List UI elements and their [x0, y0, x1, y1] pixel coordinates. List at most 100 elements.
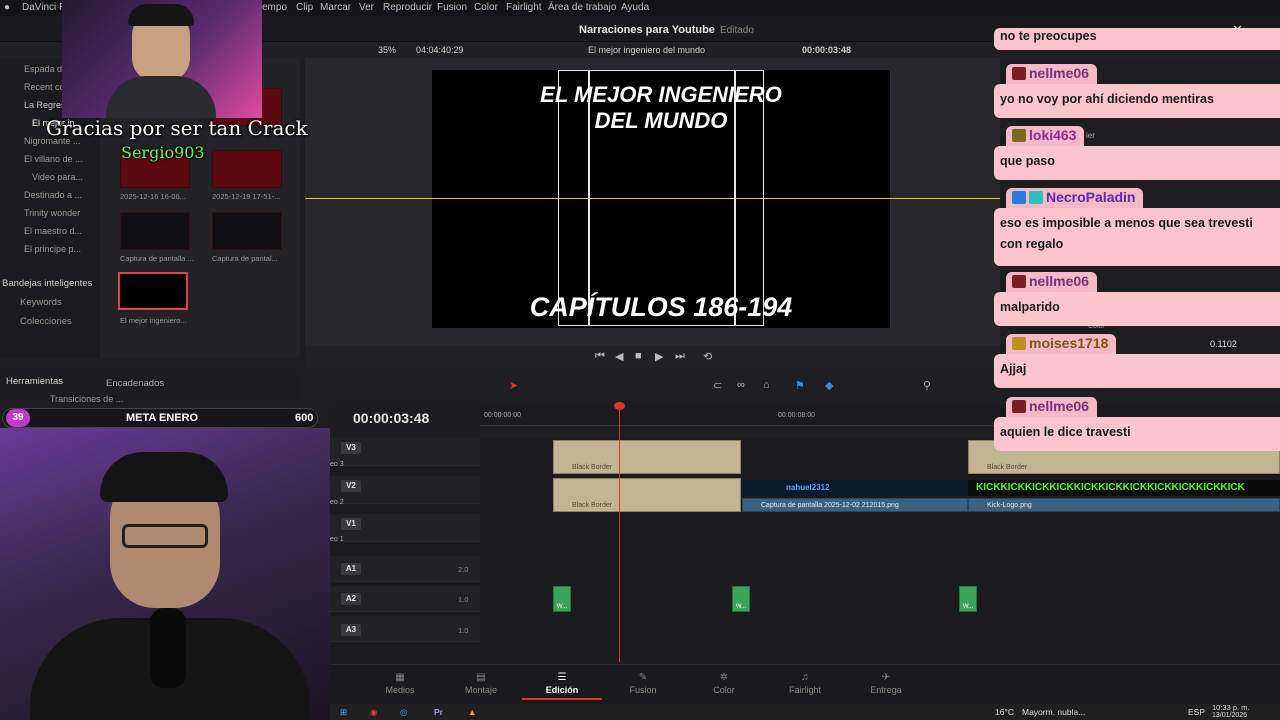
cut-page-icon[interactable]: ▤: [451, 672, 511, 683]
audio-clip[interactable]: W...: [553, 586, 571, 612]
track-tag[interactable]: V3: [341, 442, 361, 454]
bin-item[interactable]: Recent co: [24, 82, 65, 92]
marker-icon[interactable]: ◆: [825, 379, 833, 392]
zoom-level[interactable]: 35%: [378, 45, 396, 55]
track-tag[interactable]: A2: [341, 593, 361, 605]
smart-bin-keywords[interactable]: Keywords: [20, 297, 62, 308]
audio-clip[interactable]: W...: [732, 586, 750, 612]
project-title: Narraciones para Youtube: [579, 24, 715, 36]
zoom-icon[interactable]: ⚲: [923, 379, 931, 392]
gift-badge-icon: [1012, 337, 1026, 350]
viewer-clip-name[interactable]: El mejor ingeniero del mundo: [588, 45, 705, 55]
menu-item-area-trabajo[interactable]: Área de trabajo: [548, 2, 616, 13]
person-hair: [128, 4, 194, 26]
flag-icon[interactable]: ⚑: [795, 379, 805, 392]
menu-item-marcar[interactable]: Marcar: [320, 2, 351, 13]
play-reverse-icon[interactable]: ◀: [615, 350, 623, 363]
track-tag[interactable]: A1: [341, 563, 361, 575]
username-text: nellme06: [1029, 65, 1089, 81]
menu-item-ver[interactable]: Ver: [359, 2, 374, 13]
clip-label: Captura de pantalla 2025-12-02 212015.pn…: [761, 502, 899, 509]
bin-item[interactable]: La Regres: [24, 100, 66, 110]
webcam-top: [62, 0, 262, 118]
page-medios[interactable]: Medios: [370, 685, 430, 695]
color-page-icon[interactable]: ✲: [694, 672, 754, 683]
snap-icon[interactable]: ⊂: [713, 379, 722, 392]
media-thumb[interactable]: [120, 212, 190, 250]
bin-item[interactable]: Trinity wonder: [24, 208, 80, 218]
track-name: eo 2: [330, 499, 344, 506]
menu-item-fairlight[interactable]: Fairlight: [506, 2, 542, 13]
weather-temp[interactable]: 16°C: [995, 707, 1014, 717]
menu-item-ayuda[interactable]: Ayuda: [621, 2, 649, 13]
deliver-page-icon[interactable]: ✈: [856, 672, 916, 683]
bin-item[interactable]: Video para...: [32, 172, 83, 182]
skip-end-icon[interactable]: ⏭: [675, 350, 685, 363]
edge-icon[interactable]: ◎: [400, 707, 407, 718]
smart-bin-collections[interactable]: Colecciones: [20, 316, 72, 327]
bin-item[interactable]: El villano de ...: [24, 154, 83, 164]
goal-count: 39: [6, 409, 30, 427]
timeline-clip[interactable]: Black Border: [553, 440, 741, 474]
kick-banner: KICKKICKKICKKICKKICKKICKKICKKICKKICKKICK…: [968, 480, 1280, 496]
bin-item[interactable]: Espada d: [24, 64, 62, 74]
page-entrega[interactable]: Entrega: [856, 685, 916, 695]
fusion-page-icon[interactable]: ✎: [613, 672, 673, 683]
page-fusion[interactable]: Fusion: [613, 685, 673, 695]
clock-date[interactable]: 13/01/2026: [1212, 712, 1247, 719]
timeline-clip[interactable]: Captura de pantalla 2025-12-02 212015.pn…: [742, 498, 968, 512]
tools-tab-encadenados[interactable]: Encadenados: [106, 378, 164, 389]
ruler-tick: 00:00:00:00: [484, 412, 521, 419]
menu-item-tiempo[interactable]: empo: [262, 2, 287, 13]
bin-item[interactable]: El principe p...: [24, 244, 81, 254]
chat-username: NecroPaladin: [1006, 188, 1144, 208]
edit-page-icon[interactable]: ☰: [532, 672, 592, 683]
track-tag[interactable]: A3: [341, 624, 361, 636]
project-status: Editado: [720, 25, 754, 36]
menu-item-fusion[interactable]: Fusion: [437, 2, 467, 13]
skip-start-icon[interactable]: ⏮: [595, 350, 605, 363]
timeline-clip[interactable]: Kick-Logo.png: [968, 498, 1280, 512]
menu-item-reproducir[interactable]: Reproducir: [383, 2, 432, 13]
page-montaje[interactable]: Montaje: [451, 685, 511, 695]
stop-icon[interactable]: ■: [635, 350, 642, 362]
track-tag[interactable]: V2: [341, 480, 361, 492]
tools-item[interactable]: Transiciones de ...: [50, 394, 123, 404]
playhead-handle[interactable]: [614, 402, 625, 410]
timeline-clip[interactable]: Black Border: [553, 478, 741, 512]
windows-icon[interactable]: ⊞: [340, 707, 347, 718]
link-icon[interactable]: ∞: [737, 379, 745, 391]
clock-time[interactable]: 10:33 p. m.: [1212, 703, 1250, 712]
bin-item[interactable]: Destinado a ...: [24, 190, 82, 200]
playhead[interactable]: [619, 404, 620, 662]
media-thumb[interactable]: [212, 212, 282, 250]
loop-icon[interactable]: ⟲: [703, 350, 712, 363]
play-icon[interactable]: ▶: [655, 350, 663, 363]
language-indicator[interactable]: ESP: [1188, 707, 1205, 717]
media-label: Captura de pantalla ...: [120, 254, 194, 263]
mod-badge-icon: [1012, 275, 1026, 288]
track-tag[interactable]: V1: [341, 518, 361, 530]
weather-text[interactable]: Mayorm. nubla...: [1022, 707, 1085, 717]
fairlight-page-icon[interactable]: ♫: [775, 672, 835, 683]
menu-item-color[interactable]: Color: [474, 2, 498, 13]
chat-message: malparido: [994, 292, 1280, 326]
menu-item-clip[interactable]: Clip: [296, 2, 313, 13]
audio-clip-label: W...: [556, 604, 568, 610]
page-fairlight[interactable]: Fairlight: [775, 685, 835, 695]
media-thumb[interactable]: [212, 150, 282, 188]
inspector-value[interactable]: 0.1102: [1210, 339, 1237, 349]
audio-clip[interactable]: W...: [959, 586, 977, 612]
clip-label: Kick-Logo.png: [987, 502, 1032, 509]
bin-item[interactable]: El maestro d...: [24, 226, 82, 236]
davinci-icon[interactable]: ◉: [370, 707, 377, 718]
premiere-icon[interactable]: Pr: [434, 707, 443, 717]
vlc-icon[interactable]: ▲: [468, 707, 476, 717]
page-color[interactable]: Color: [694, 685, 754, 695]
select-tool-icon[interactable]: ➤: [509, 379, 518, 392]
person-shirt: [106, 76, 216, 118]
lock-icon[interactable]: ⌂: [763, 379, 770, 391]
media-page-icon[interactable]: ▦: [370, 672, 430, 683]
tools-header[interactable]: Herramientas: [6, 376, 63, 387]
page-edicion[interactable]: Edición: [532, 685, 592, 695]
